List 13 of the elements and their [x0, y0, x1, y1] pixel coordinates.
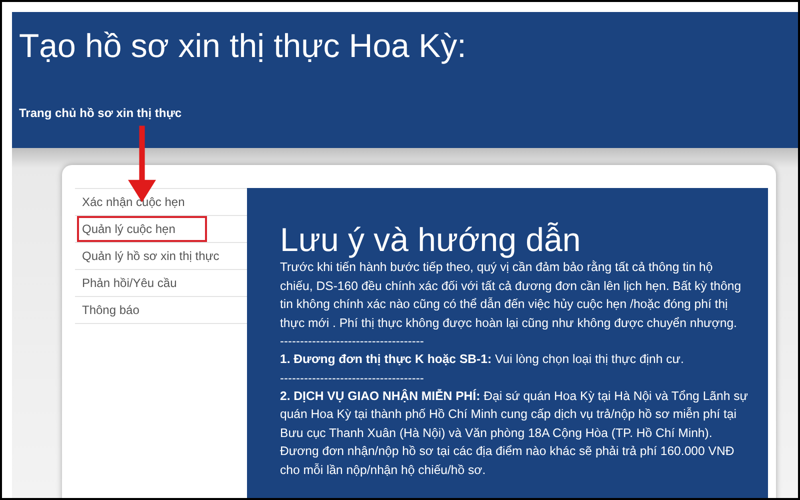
sidebar-item[interactable]: Xác nhận cuộc hẹn	[77, 189, 190, 215]
notice-paragraph: 1. Đương đơn thị thực K hoặc SB-1: Vui lòng chọn loại thị thực định cư.	[280, 351, 685, 368]
page-title: Tạo hồ sơ xin thị thực Hoa Kỳ:	[19, 26, 468, 66]
dashed-separator: ------------------------------------	[280, 370, 425, 386]
sidebar-item[interactable]: Quản lý cuộc hẹn	[77, 216, 208, 242]
notice-paragraph: 2. DỊCH VỤ GIAO NHẬN MIỄN PHÍ: Đại sứ quán Hoa Kỳ tại Hà Nội và Tổng Lãnh sự quán Hoa Kỳ tại thành phố Hồ Chí Minh cung cấp dịch vụ trả/nộp hồ sơ miễn phí tại Bưu cục Thanh Xuân (Hà Nội) và Văn phòng 18A Cộng Hòa (TP. Hồ Chí Minh). Đương đơn nhận/nộp hồ sơ tại các địa điểm nào khác sẽ phải trả phí 160.000 VNĐ cho mỗi lần nộp/nhận hộ chiếu/hồ sơ.	[280, 388, 748, 478]
section-heading: Lưu ý và hướng dẫn	[280, 222, 582, 258]
dashed-separator: ------------------------------------	[280, 333, 425, 350]
notice-paragraph: Trước khi tiến hành bước tiếp theo, quý vị cần đảm bảo rằng tất cả thông tin hộ chiếu, DS-160 đều chính xác đối với tất cả đương đơn cần lên lịch hẹn. Bất kỳ thông tin không chính xác nào cũng có thể dẫn đến việc hủy cuộc hẹn /hoặc đóng phí thị thực mới . Phí thị thực không được hoàn lại cũng như không được chuyển nhượng.	[280, 259, 742, 332]
breadcrumb-link[interactable]: Trang chủ hồ sơ xin thị thực	[19, 106, 182, 120]
sidebar-item[interactable]: Phản hồi/Yêu cầu	[77, 270, 182, 296]
sidebar-item[interactable]: Thông báo	[77, 297, 144, 323]
sidebar-item[interactable]: Quản lý hồ sơ xin thị thực	[77, 243, 224, 269]
